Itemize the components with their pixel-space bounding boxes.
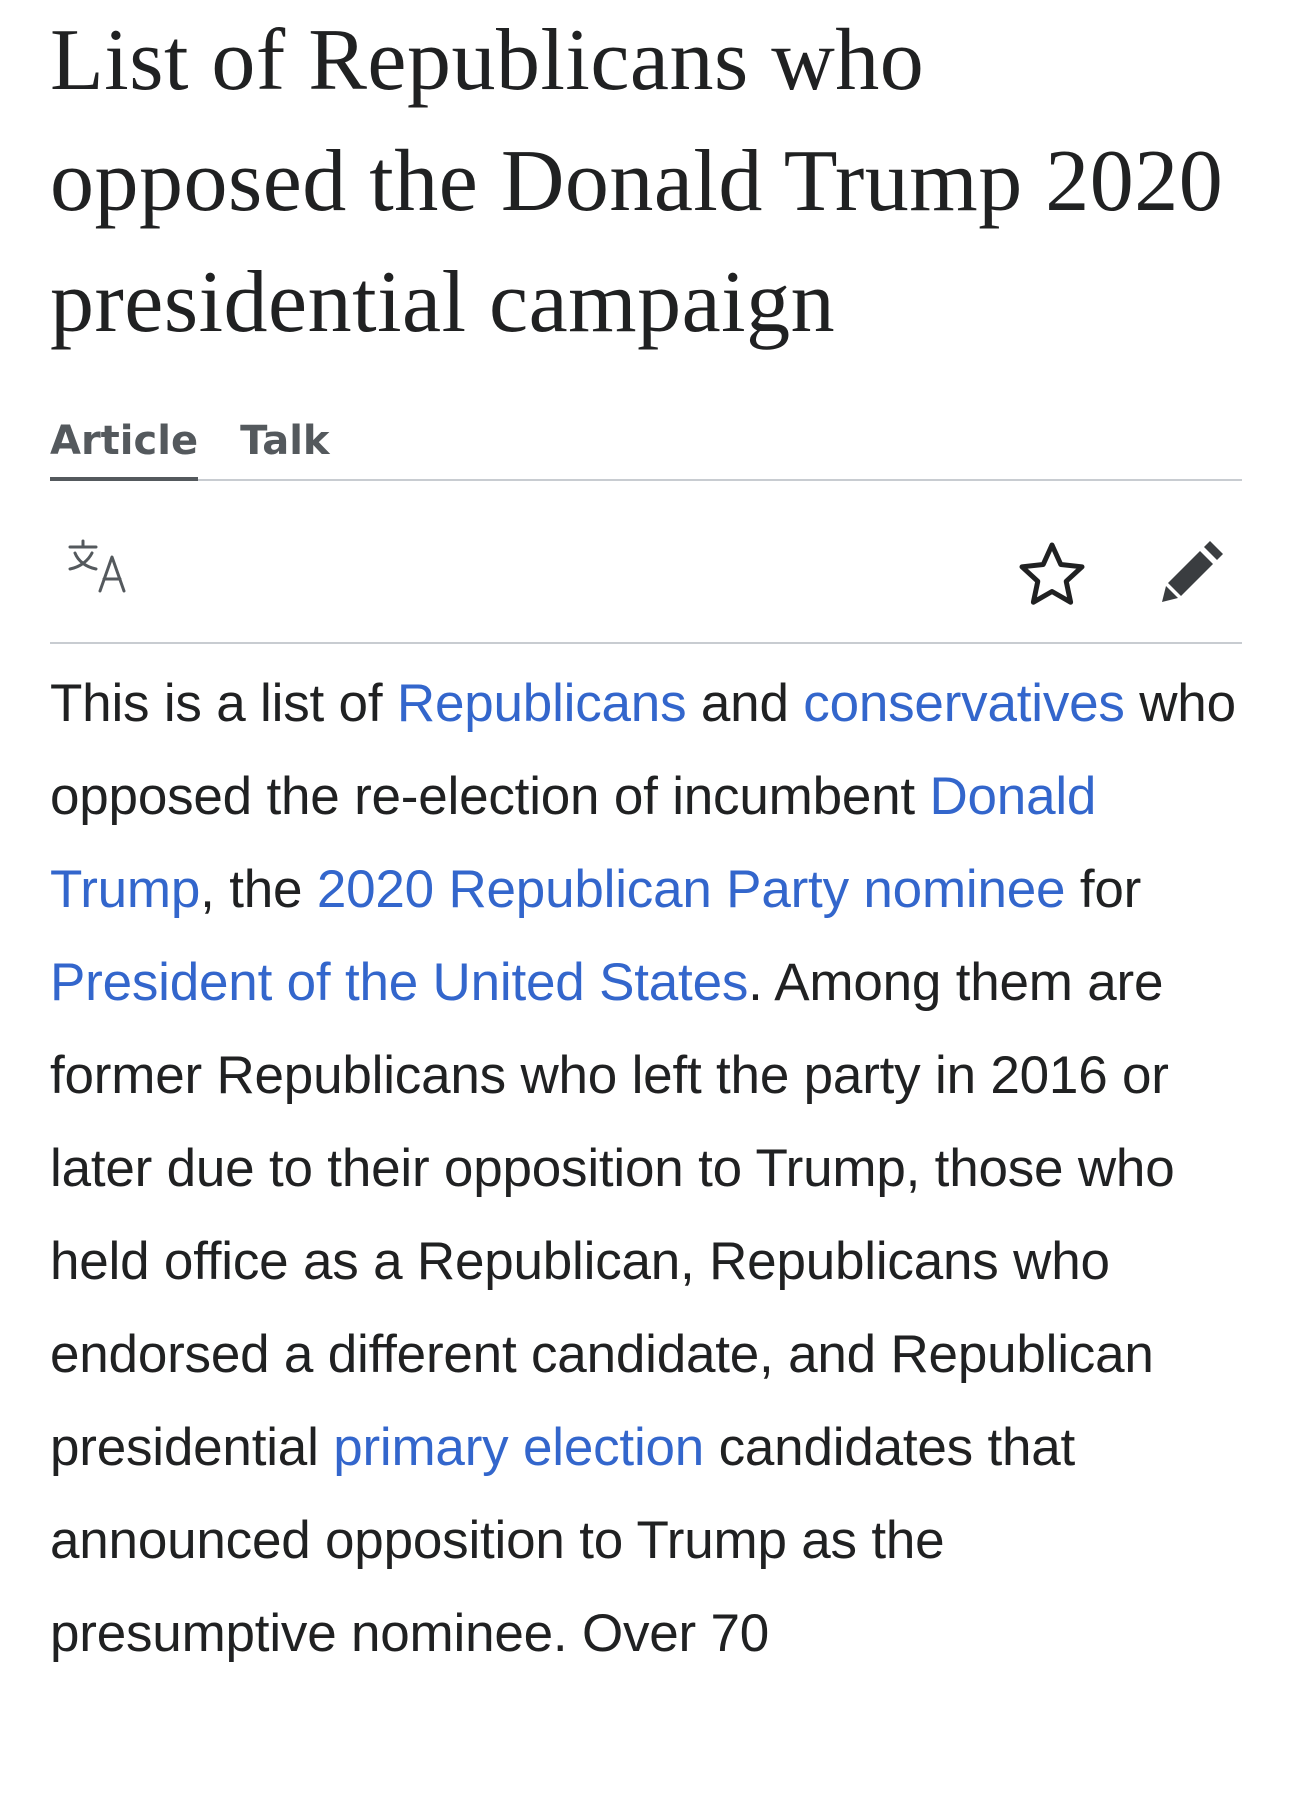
link-president-of-the-united-states[interactable]: President of the United States <box>50 953 748 1012</box>
article-page: List of Republicans who opposed the Dona… <box>0 0 1290 1803</box>
language-button[interactable] <box>66 533 130 597</box>
translate-icon <box>68 539 126 593</box>
watch-button[interactable] <box>1010 533 1094 617</box>
link-republicans[interactable]: Republicans <box>397 674 687 733</box>
page-tabs: Article Talk <box>50 398 1242 481</box>
page-title: List of Republicans who opposed the Dona… <box>50 12 1224 351</box>
page-actions-bar <box>50 481 1242 644</box>
intro-text: for <box>1065 860 1142 919</box>
edit-button[interactable] <box>1145 529 1235 619</box>
pencil-icon <box>1162 541 1223 602</box>
link-conservatives[interactable]: conservatives <box>803 674 1125 733</box>
intro-text: and <box>686 674 804 733</box>
intro-paragraph: This is a list of Republicans and conser… <box>50 657 1242 1680</box>
intro-text: . Among them are former Republicans who … <box>50 953 1175 1477</box>
link-primary-election[interactable]: primary election <box>333 1418 704 1477</box>
intro-text: , the <box>200 860 317 919</box>
tab-article[interactable]: Article <box>50 398 199 481</box>
tab-talk[interactable]: Talk <box>240 398 329 479</box>
intro-text: This is a list of <box>50 674 397 733</box>
link-2020-republican-party-nominee[interactable]: 2020 Republican Party nominee <box>317 860 1066 919</box>
star-icon <box>1019 542 1085 605</box>
